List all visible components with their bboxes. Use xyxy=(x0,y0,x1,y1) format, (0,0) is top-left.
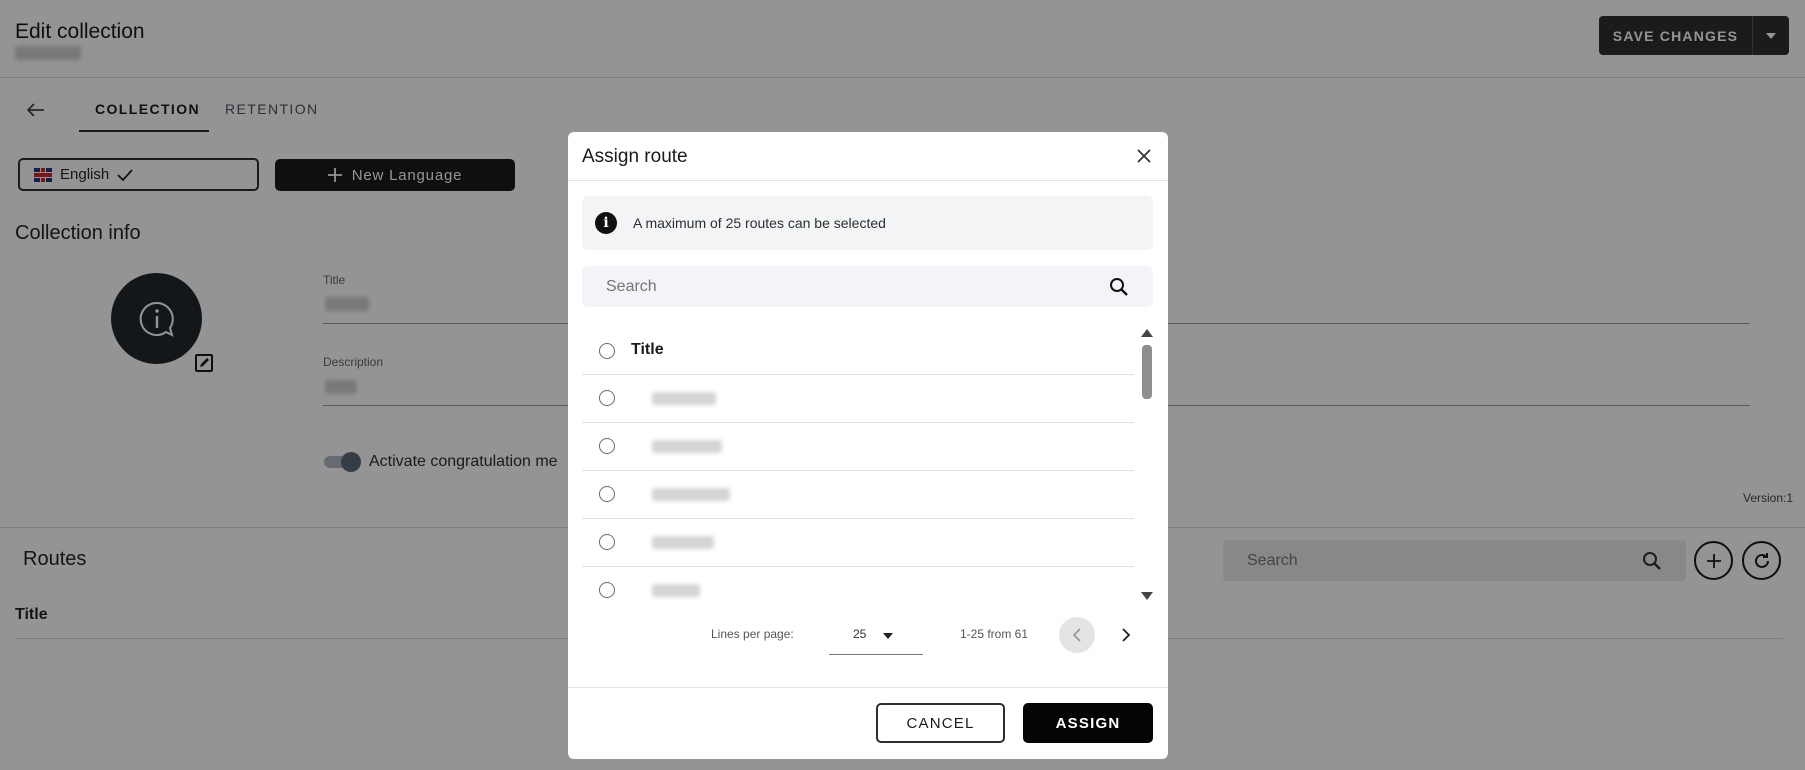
scrollbar-thumb[interactable] xyxy=(1142,345,1152,399)
row-radio[interactable] xyxy=(599,438,615,454)
list-item[interactable] xyxy=(582,519,1134,567)
close-icon[interactable] xyxy=(1132,144,1156,168)
dialog-footer: CANCEL ASSIGN xyxy=(568,687,1168,759)
list-item[interactable] xyxy=(582,375,1134,423)
assign-button[interactable]: ASSIGN xyxy=(1023,703,1153,743)
assign-route-dialog: Assign route i A maximum of 25 routes ca… xyxy=(568,132,1168,759)
select-all-radio[interactable] xyxy=(599,343,615,359)
info-banner-text: A maximum of 25 routes can be selected xyxy=(633,215,886,231)
dialog-header: Assign route xyxy=(568,132,1168,181)
route-list-column-title[interactable]: Title xyxy=(631,341,664,359)
route-list: Title xyxy=(582,327,1153,602)
scroll-down-arrow-icon[interactable] xyxy=(1141,592,1153,600)
row-title-redacted xyxy=(652,584,700,597)
row-radio[interactable] xyxy=(599,582,615,598)
chevron-left-icon xyxy=(1072,628,1081,642)
list-item[interactable] xyxy=(582,471,1134,519)
list-scrollbar[interactable] xyxy=(1140,327,1153,602)
pagination: Lines per page: 25 1-25 from 61 xyxy=(568,612,1168,658)
dialog-title: Assign route xyxy=(582,146,688,167)
route-list-header: Title xyxy=(582,327,1134,375)
row-title-redacted xyxy=(652,536,714,549)
lines-per-page-value: 25 xyxy=(853,627,867,641)
list-item[interactable] xyxy=(582,567,1134,602)
dialog-search-box xyxy=(582,266,1153,307)
next-page-button[interactable] xyxy=(1108,617,1144,653)
cancel-button[interactable]: CANCEL xyxy=(876,703,1005,743)
row-radio[interactable] xyxy=(599,486,615,502)
row-title-redacted xyxy=(652,488,730,501)
chevron-right-icon xyxy=(1122,628,1131,642)
lines-per-page-label: Lines per page: xyxy=(711,627,794,641)
row-title-redacted xyxy=(652,392,716,405)
caret-down-icon xyxy=(883,633,893,639)
dialog-search-input[interactable] xyxy=(606,277,1086,296)
info-icon: i xyxy=(595,212,617,234)
scroll-up-arrow-icon[interactable] xyxy=(1141,329,1153,337)
row-title-redacted xyxy=(652,440,722,453)
previous-page-button[interactable] xyxy=(1059,617,1095,653)
row-radio[interactable] xyxy=(599,390,615,406)
lines-per-page-select[interactable]: 25 xyxy=(829,615,923,655)
page-range-text: 1-25 from 61 xyxy=(960,627,1029,641)
search-icon[interactable] xyxy=(1109,277,1129,297)
info-banner: i A maximum of 25 routes can be selected xyxy=(582,196,1153,250)
list-item[interactable] xyxy=(582,423,1134,471)
row-radio[interactable] xyxy=(599,534,615,550)
